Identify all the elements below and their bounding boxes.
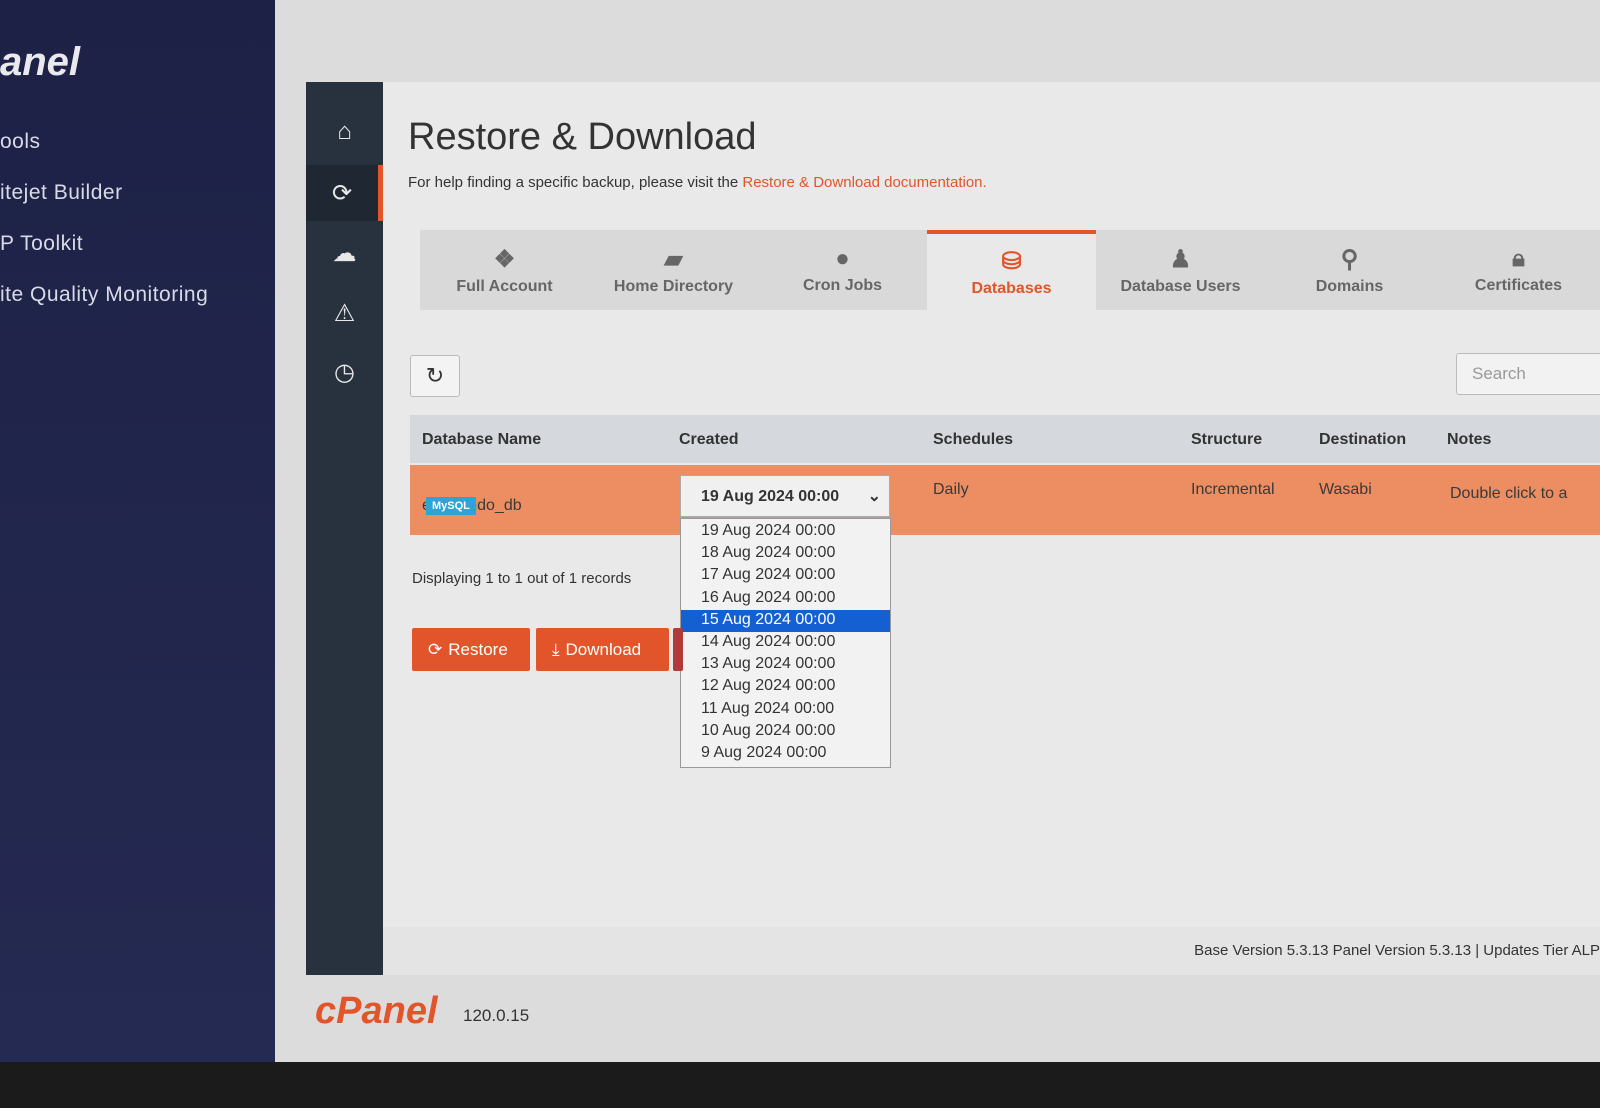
- date-option[interactable]: 12 Aug 2024 00:00: [681, 676, 890, 698]
- tab-certificates[interactable]: 🔒︎ Certificates: [1434, 230, 1600, 310]
- date-option[interactable]: 16 Aug 2024 00:00: [681, 588, 890, 610]
- help-text: For help finding a specific backup, plea…: [408, 174, 987, 191]
- tab-database-users[interactable]: ♟ Database Users: [1096, 230, 1265, 310]
- user-clock-icon: ●: [835, 245, 850, 272]
- date-option[interactable]: 17 Aug 2024 00:00: [681, 565, 890, 587]
- page-title: Restore & Download: [408, 116, 757, 158]
- notes[interactable]: Double click to a: [1450, 485, 1567, 503]
- refresh-button[interactable]: ↻: [410, 355, 460, 397]
- cubes-icon: ❖: [493, 245, 516, 273]
- tab-label: Certificates: [1474, 277, 1563, 294]
- restore-icon: ⟳: [428, 639, 443, 659]
- tab-label: Home Directory: [613, 277, 734, 295]
- cloud-download-icon[interactable]: ☁: [306, 225, 383, 281]
- database-icon: ⛁: [1001, 247, 1022, 275]
- sidebar-item-tools[interactable]: ools: [0, 130, 41, 154]
- col-notes[interactable]: Notes: [1447, 431, 1491, 449]
- refresh-icon: ↻: [425, 363, 445, 388]
- date-option[interactable]: 13 Aug 2024 00:00: [681, 654, 890, 676]
- clock-icon[interactable]: ◷: [306, 344, 383, 400]
- records-count: Displaying 1 to 1 out of 1 records: [412, 570, 632, 587]
- version-footer: Base Version 5.3.13 Panel Version 5.3.13…: [383, 927, 1600, 975]
- download-icon: ⤓: [552, 639, 560, 659]
- lock-icon: 🔒︎: [1512, 245, 1525, 272]
- folder-icon: ▰: [664, 245, 683, 273]
- col-database-name[interactable]: Database Name: [422, 431, 541, 449]
- tab-label: Database Users: [1120, 277, 1241, 295]
- restore-icon[interactable]: ⟳: [306, 165, 383, 221]
- table-row[interactable]: excelando_dbMySQL Daily Incremental Wasa…: [410, 465, 1600, 535]
- date-option[interactable]: 18 Aug 2024 00:00: [681, 543, 890, 565]
- tab-domains[interactable]: ⚲ Domains: [1265, 230, 1434, 310]
- search-input[interactable]: Search: [1456, 353, 1600, 395]
- cpanel-version: 120.0.15: [463, 1006, 530, 1025]
- date-option[interactable]: 10 Aug 2024 00:00: [681, 721, 890, 743]
- plugin-icon-bar: ⌂ ⟳ ☁ ⚠ ◷: [306, 82, 383, 975]
- os-taskbar: [0, 1062, 1600, 1108]
- map-pin-icon: ⚲: [1340, 245, 1359, 273]
- cpanel-sidebar: anel ools itejet Builder P Toolkit ite Q…: [0, 0, 280, 1070]
- date-option[interactable]: 14 Aug 2024 00:00: [681, 632, 890, 654]
- tab-label: Domains: [1315, 277, 1384, 295]
- mysql-badge: MySQL: [426, 497, 476, 515]
- tab-home-directory[interactable]: ▰ Home Directory: [589, 230, 758, 310]
- download-button[interactable]: ⤓ Download: [536, 628, 669, 671]
- created-date-select[interactable]: 19 Aug 2024 00:00 ⌄: [680, 475, 890, 517]
- help-prefix: For help finding a specific backup, plea…: [408, 174, 743, 191]
- tab-full-account[interactable]: ❖ Full Account: [420, 230, 589, 310]
- col-created[interactable]: Created: [679, 431, 739, 449]
- selected-date: 19 Aug 2024 00:00: [701, 488, 840, 505]
- cpanel-logo: anel: [0, 40, 81, 84]
- col-structure[interactable]: Structure: [1191, 431, 1262, 449]
- warning-icon[interactable]: ⚠: [306, 285, 383, 341]
- date-option[interactable]: 11 Aug 2024 00:00: [681, 699, 890, 721]
- date-dropdown-list: 19 Aug 2024 00:00 18 Aug 2024 00:00 17 Aug…: [680, 518, 891, 769]
- sidebar-item-sitejet[interactable]: itejet Builder: [0, 181, 123, 205]
- structure: Incremental: [1191, 481, 1275, 498]
- col-schedules[interactable]: Schedules: [933, 431, 1013, 449]
- table-header: Database Name Created Schedules Structur…: [410, 415, 1600, 463]
- sidebar-item-site-quality[interactable]: ite Quality Monitoring: [0, 283, 208, 307]
- sidebar-item-wp-toolkit[interactable]: P Toolkit: [0, 232, 83, 256]
- home-icon[interactable]: ⌂: [306, 104, 383, 160]
- date-option[interactable]: 9 Aug 2024 00:00: [681, 743, 890, 765]
- tab-databases[interactable]: ⛁ Databases: [927, 230, 1096, 310]
- date-option[interactable]: 15 Aug 2024 00:00: [681, 609, 890, 632]
- backup-type-tabs: ❖ Full Account ▰ Home Directory ● Cron Jobs…: [420, 230, 1600, 310]
- restore-button[interactable]: ⟳ Restore: [412, 628, 530, 671]
- tab-label: Full Account: [456, 277, 553, 295]
- destination: Wasabi: [1319, 481, 1372, 498]
- tab-cron-jobs[interactable]: ● Cron Jobs: [758, 230, 927, 310]
- extra-action-button[interactable]: [673, 628, 683, 671]
- cpanel-brand-logo: cPanel: [315, 990, 438, 1032]
- schedule: Daily: [933, 481, 969, 498]
- tab-label: Databases: [971, 279, 1052, 297]
- user-tie-icon: ♟: [1169, 245, 1192, 273]
- date-option[interactable]: 19 Aug 2024 00:00: [681, 521, 890, 543]
- download-label: Download: [565, 639, 642, 659]
- col-destination[interactable]: Destination: [1319, 431, 1406, 449]
- chevron-down-icon: ⌄: [867, 488, 881, 505]
- documentation-link[interactable]: Restore & Download documentation.: [742, 174, 986, 191]
- tab-label: Cron Jobs: [802, 277, 883, 294]
- restore-label: Restore: [448, 639, 508, 659]
